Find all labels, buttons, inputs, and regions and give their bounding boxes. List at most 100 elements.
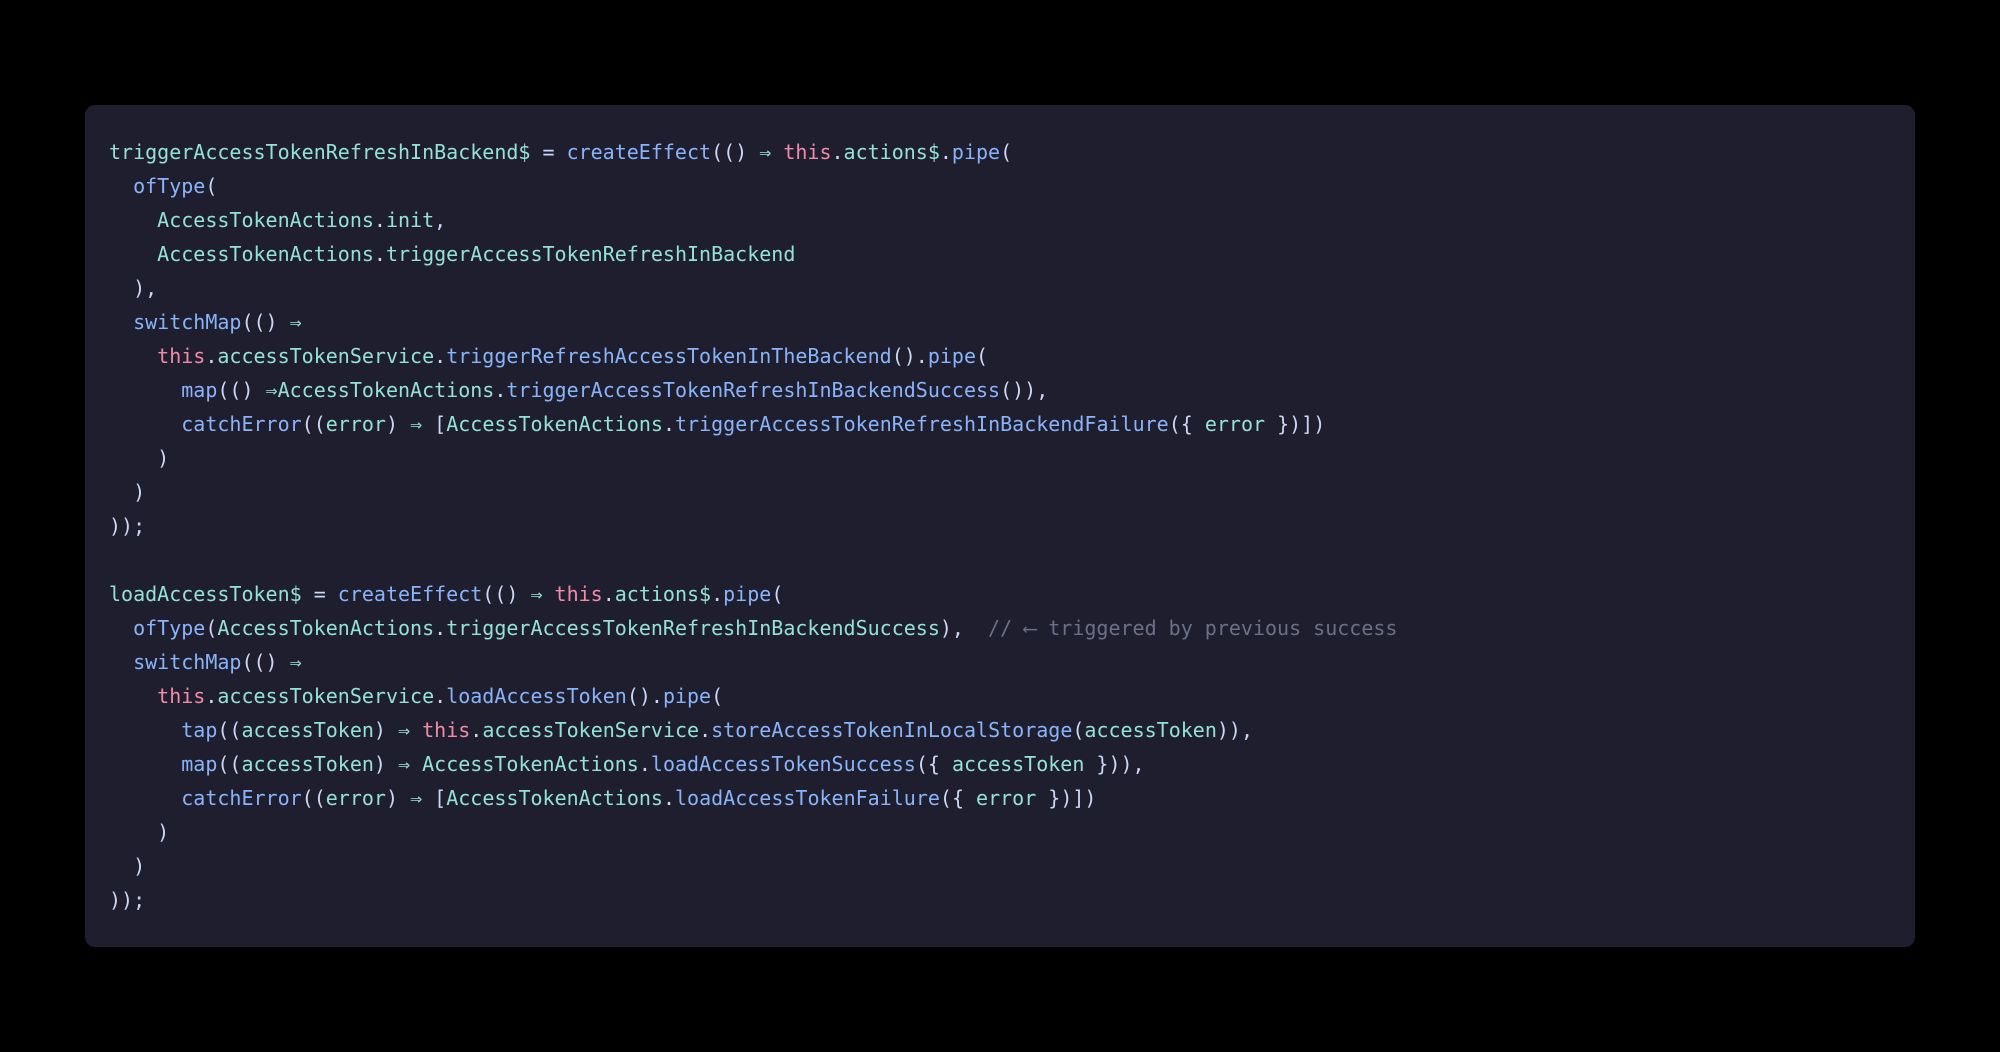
code-token-op: . [374,208,386,232]
code-token-op: . [603,582,615,606]
code-token-op [109,174,133,198]
code-token-arrow: ⇒ [290,650,302,674]
code-token-func: pipe [663,684,711,708]
code-token-op: ), [109,276,157,300]
code-token-op: ( [1000,140,1012,164]
code-token-keyword: this [157,684,205,708]
code-token-op: . [434,616,446,640]
code-token-arrow: ⇒ [759,140,771,164]
code-token-ident: AccessTokenActions [446,412,663,436]
code-token-keyword: this [157,344,205,368]
code-token-ident: init [386,208,434,232]
code-token-op: ( [976,344,988,368]
code-token-keyword: this [783,140,831,164]
code-token-op: . [434,344,446,368]
code-token-op: })), [1084,752,1144,776]
code-token-ident: accessTokenService [217,344,434,368]
code-token-op [109,650,133,674]
code-token-func: pipe [952,140,1000,164]
code-token-func: loadAccessTokenFailure [675,786,940,810]
code-token-arrow: ⇒ [530,582,542,606]
code-token-op: . [699,718,711,742]
code-token-ident: actions$ [615,582,711,606]
code-token-func: pipe [723,582,771,606]
code-token-ident: actions$ [844,140,940,164]
code-token-func: catchError [181,786,301,810]
code-token-op: ({ [1169,412,1205,436]
code-token-ident: AccessTokenActions [446,786,663,810]
code-token-op: })]) [1265,412,1325,436]
code-token-op: . [663,786,675,810]
code-token-ident: triggerAccessTokenRefreshInBackend [386,242,795,266]
code-token-keyword: this [555,582,603,606]
code-token-op [109,344,157,368]
code-token-op [771,140,783,164]
code-token-op: (() [241,650,289,674]
code-token-op: ) [109,820,169,844]
code-token-op: ()), [1000,378,1048,402]
code-token-op: . [663,412,675,436]
code-token-func: triggerAccessTokenRefreshInBackendFailur… [675,412,1169,436]
code-token-op: ) [374,718,398,742]
code-token-ident: triggerAccessTokenRefreshInBackend$ [109,140,530,164]
code-token-ident: triggerAccessTokenRefreshInBackendSucces… [446,616,940,640]
code-token-op: )); [109,514,145,538]
code-token-op: . [374,242,386,266]
code-token-op: ) [386,786,410,810]
code-token-op [109,718,181,742]
code-token-arrow: ⇒ [398,752,410,776]
code-token-ident: AccessTokenActions [157,242,374,266]
code-token-func: storeAccessTokenInLocalStorage [711,718,1072,742]
code-token-op: (( [217,718,241,742]
code-token-func: switchMap [133,310,241,334]
code-content[interactable]: triggerAccessTokenRefreshInBackend$ = cr… [109,135,1891,917]
code-token-op: . [434,684,446,708]
code-token-op: ( [205,616,217,640]
code-token-op: ( [205,174,217,198]
code-token-op: ({ [916,752,952,776]
code-token-op: . [639,752,651,776]
code-token-op: )), [1217,718,1253,742]
code-token-func: loadAccessTokenSuccess [651,752,916,776]
code-token-op: . [832,140,844,164]
code-token-op [410,718,422,742]
code-token-arrow: ⇒ [290,310,302,334]
code-token-op: (( [302,786,326,810]
code-token-op: = [302,582,338,606]
code-token-op: . [205,684,217,708]
code-token-op: )); [109,888,145,912]
code-token-ident: AccessTokenActions [157,208,374,232]
code-token-func: triggerAccessTokenRefreshInBackendSucces… [506,378,1000,402]
code-token-op [109,310,133,334]
code-token-op: ) [109,446,169,470]
code-token-ident: error [976,786,1036,810]
code-token-func: map [181,752,217,776]
code-token-func: pipe [928,344,976,368]
code-token-op: [ [422,412,446,436]
code-token-arrow: ⇒ [398,718,410,742]
code-token-op: (( [217,752,241,776]
code-token-func: createEffect [338,582,483,606]
code-token-ident: accessToken [952,752,1084,776]
code-token-func: ofType [133,174,205,198]
code-token-op: ) [374,752,398,776]
code-token-op [109,616,133,640]
code-token-func: loadAccessToken [446,684,627,708]
code-token-op: . [470,718,482,742]
code-token-op: (). [627,684,663,708]
code-token-op: })]) [1036,786,1096,810]
code-token-op: (( [302,412,326,436]
code-token-op [109,378,181,402]
code-token-op: = [530,140,566,164]
code-token-op [109,684,157,708]
code-token-func: map [181,378,217,402]
code-token-op: (() [241,310,289,334]
code-token-ident: accessToken [241,718,373,742]
code-token-op [109,208,157,232]
code-token-op: . [205,344,217,368]
code-token-arrow: ⇒ [266,378,278,402]
code-token-ident: error [326,786,386,810]
code-token-op: ), [940,616,988,640]
code-token-op [109,786,181,810]
code-token-op: (() [482,582,530,606]
